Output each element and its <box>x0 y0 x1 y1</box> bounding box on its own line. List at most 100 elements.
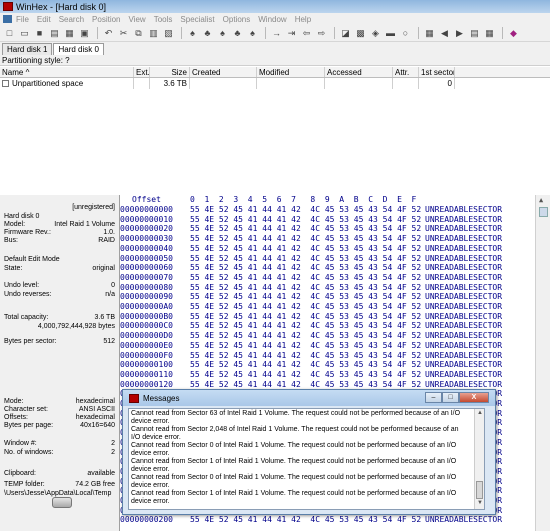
close-button[interactable]: X <box>459 392 489 403</box>
hex-row[interactable]: 000000000C0 55 4E 52 45 41 44 41 42 4C 45… <box>120 321 520 330</box>
hex-bytes[interactable]: 55 4E 52 45 41 44 41 42 4C 45 53 45 43 5… <box>190 331 421 340</box>
menu-options[interactable]: Options <box>223 15 251 24</box>
column-header-name[interactable]: Name ^ <box>0 67 134 77</box>
hex-ascii[interactable]: UNREADABLESECTOR <box>425 283 502 292</box>
drive-icon[interactable]: ◈ <box>369 27 382 39</box>
table-row[interactable]: Unpartitioned space 3.6 TB 0 <box>0 78 550 89</box>
hex-bytes[interactable]: 55 4E 52 45 41 44 41 42 4C 45 53 45 43 5… <box>190 370 421 379</box>
table-view-icon[interactable]: ▤ <box>468 27 481 39</box>
print-icon[interactable]: ▤ <box>48 27 61 39</box>
hex-bytes[interactable]: 55 4E 52 45 41 44 41 42 4C 45 53 45 43 5… <box>190 321 421 330</box>
hex-bytes[interactable]: 55 4E 52 45 41 44 41 42 4C 45 53 45 43 5… <box>190 360 421 369</box>
prev-page-icon[interactable]: ◀ <box>438 27 451 39</box>
monitor-icon[interactable]: ▬ <box>384 27 397 39</box>
hex-ascii[interactable]: UNREADABLESECTOR <box>425 244 502 253</box>
title-bar[interactable]: WinHex - [Hard disk 0] <box>0 0 550 13</box>
hex-row[interactable]: 00000000060 55 4E 52 45 41 44 41 42 4C 45… <box>120 263 520 272</box>
column-header-attr[interactable]: Attr. <box>393 67 419 77</box>
hex-ascii[interactable]: UNREADABLESECTOR <box>425 312 502 321</box>
system-menu-icon[interactable] <box>3 15 12 23</box>
goto-sector-icon[interactable]: ⇥ <box>285 27 298 39</box>
hex-bytes[interactable]: 55 4E 52 45 41 44 41 42 4C 45 53 45 43 5… <box>190 302 421 311</box>
hex-row[interactable]: 00000000110 55 4E 52 45 41 44 41 42 4C 45… <box>120 370 520 379</box>
hex-row[interactable]: 00000000010 55 4E 52 45 41 44 41 42 4C 45… <box>120 215 520 224</box>
hex-bytes[interactable]: 55 4E 52 45 41 44 41 42 4C 45 53 45 43 5… <box>190 292 421 301</box>
cut-icon[interactable]: ✂ <box>117 27 130 39</box>
hex-bytes[interactable]: 55 4E 52 45 41 44 41 42 4C 45 53 45 43 5… <box>190 244 421 253</box>
disk-editor-icon[interactable]: ◪ <box>339 27 352 39</box>
hex-row[interactable]: 000000000D0 55 4E 52 45 41 44 41 42 4C 45… <box>120 331 520 340</box>
hex-ascii[interactable]: UNREADABLESECTOR <box>425 234 502 243</box>
hex-ascii[interactable]: UNREADABLESECTOR <box>425 263 502 272</box>
replace-hex-icon[interactable]: ♣ <box>231 27 244 39</box>
hex-ascii[interactable]: UNREADABLESECTOR <box>425 341 502 350</box>
hex-row[interactable]: 00000000090 55 4E 52 45 41 44 41 42 4C 45… <box>120 292 520 301</box>
hex-row[interactable]: 000000000E0 55 4E 52 45 41 44 41 42 4C 45… <box>120 341 520 350</box>
hex-bytes[interactable]: 55 4E 52 45 41 44 41 42 4C 45 53 45 43 5… <box>190 351 421 360</box>
scroll-down-arrow-icon[interactable]: ▼ <box>477 500 483 506</box>
hex-bytes[interactable]: 55 4E 52 45 41 44 41 42 4C 45 53 45 43 5… <box>190 341 421 350</box>
tab-hard-disk-0[interactable]: Hard disk 0 <box>53 43 104 55</box>
search-icon[interactable]: ○ <box>399 27 412 39</box>
hex-row[interactable]: 00000000080 55 4E 52 45 41 44 41 42 4C 45… <box>120 283 520 292</box>
forward-icon[interactable]: ⇨ <box>315 27 328 39</box>
hex-row[interactable]: 00000000040 55 4E 52 45 41 44 41 42 4C 45… <box>120 244 520 253</box>
column-header-accessed[interactable]: Accessed <box>325 67 393 77</box>
properties-icon[interactable]: ▦ <box>63 27 76 39</box>
menu-view[interactable]: View <box>129 15 146 24</box>
hex-ascii[interactable]: UNREADABLESECTOR <box>425 360 502 369</box>
calculator-icon[interactable]: ▦ <box>423 27 436 39</box>
hex-ascii[interactable]: UNREADABLESECTOR <box>425 254 502 263</box>
save-icon[interactable]: ■ <box>33 27 46 39</box>
hex-row[interactable]: 00000000200 55 4E 52 45 41 44 41 42 4C 45… <box>120 515 520 524</box>
goto-offset-icon[interactable]: → <box>270 27 283 39</box>
hex-ascii[interactable]: UNREADABLESECTOR <box>425 351 502 360</box>
hex-ascii[interactable]: UNREADABLESECTOR <box>425 205 502 214</box>
hex-bytes[interactable]: 55 4E 52 45 41 44 41 42 4C 45 53 45 43 5… <box>190 234 421 243</box>
find-hex-icon[interactable]: ♣ <box>201 27 214 39</box>
menu-edit[interactable]: Edit <box>37 15 51 24</box>
back-icon[interactable]: ⇦ <box>300 27 313 39</box>
replace-text-icon[interactable]: ♠ <box>216 27 229 39</box>
scroll-up-arrow-icon[interactable]: ▲ <box>539 196 543 204</box>
paste-special-icon[interactable]: ▧ <box>162 27 175 39</box>
menu-specialist[interactable]: Specialist <box>180 15 214 24</box>
maximize-button[interactable]: □ <box>442 392 459 403</box>
open-folder-icon[interactable]: ▭ <box>18 27 31 39</box>
hex-bytes[interactable]: 55 4E 52 45 41 44 41 42 4C 45 53 45 43 5… <box>190 312 421 321</box>
menu-help[interactable]: Help <box>295 15 311 24</box>
column-header-first-sector[interactable]: 1st sector <box>419 67 455 77</box>
find-again-icon[interactable]: ♠ <box>246 27 259 39</box>
hex-row[interactable]: 00000000000 55 4E 52 45 41 44 41 42 4C 45… <box>120 205 520 214</box>
ram-editor-icon[interactable]: ▩ <box>354 27 367 39</box>
hex-row[interactable]: 00000000020 55 4E 52 45 41 44 41 42 4C 45… <box>120 224 520 233</box>
find-text-icon[interactable]: ♠ <box>186 27 199 39</box>
hex-bytes[interactable]: 55 4E 52 45 41 44 41 42 4C 45 53 45 43 5… <box>190 380 421 389</box>
hex-bytes[interactable]: 55 4E 52 45 41 44 41 42 4C 45 53 45 43 5… <box>190 205 421 214</box>
hex-ascii[interactable]: UNREADABLESECTOR <box>425 292 502 301</box>
messages-list[interactable]: Cannot read from Sector 63 of Intel Raid… <box>128 408 485 510</box>
paste-icon[interactable]: ▥ <box>147 27 160 39</box>
messages-scrollbar[interactable]: ▲ ▼ <box>474 409 484 509</box>
column-header-created[interactable]: Created <box>190 67 257 77</box>
tab-hard-disk-1[interactable]: Hard disk 1 <box>2 43 53 55</box>
help-icon[interactable]: ◆ <box>507 27 520 39</box>
column-header-ext[interactable]: Ext. <box>134 67 150 77</box>
hex-bytes[interactable]: 55 4E 52 45 41 44 41 42 4C 45 53 45 43 5… <box>190 215 421 224</box>
hex-ascii[interactable]: UNREADABLESECTOR <box>425 321 502 330</box>
menu-tools[interactable]: Tools <box>154 15 173 24</box>
hex-row[interactable]: 00000000120 55 4E 52 45 41 44 41 42 4C 45… <box>120 380 520 389</box>
hex-row[interactable]: 00000000070 55 4E 52 45 41 44 41 42 4C 45… <box>120 273 520 282</box>
hex-row[interactable]: 000000000F0 55 4E 52 45 41 44 41 42 4C 45… <box>120 351 520 360</box>
copy-icon[interactable]: ⧉ <box>132 27 145 39</box>
next-page-icon[interactable]: ▶ <box>453 27 466 39</box>
hex-ascii[interactable]: UNREADABLESECTOR <box>425 302 502 311</box>
hex-bytes[interactable]: 55 4E 52 45 41 44 41 42 4C 45 53 45 43 5… <box>190 283 421 292</box>
hex-ascii[interactable]: UNREADABLESECTOR <box>425 331 502 340</box>
minimize-button[interactable]: – <box>425 392 442 403</box>
scroll-thumb[interactable] <box>539 207 548 217</box>
open-disk-icon[interactable]: ▣ <box>78 27 91 39</box>
new-file-icon[interactable]: □ <box>3 27 16 39</box>
hex-bytes[interactable]: 55 4E 52 45 41 44 41 42 4C 45 53 45 43 5… <box>190 263 421 272</box>
hex-row[interactable]: 000000000A0 55 4E 52 45 41 44 41 42 4C 45… <box>120 302 520 311</box>
